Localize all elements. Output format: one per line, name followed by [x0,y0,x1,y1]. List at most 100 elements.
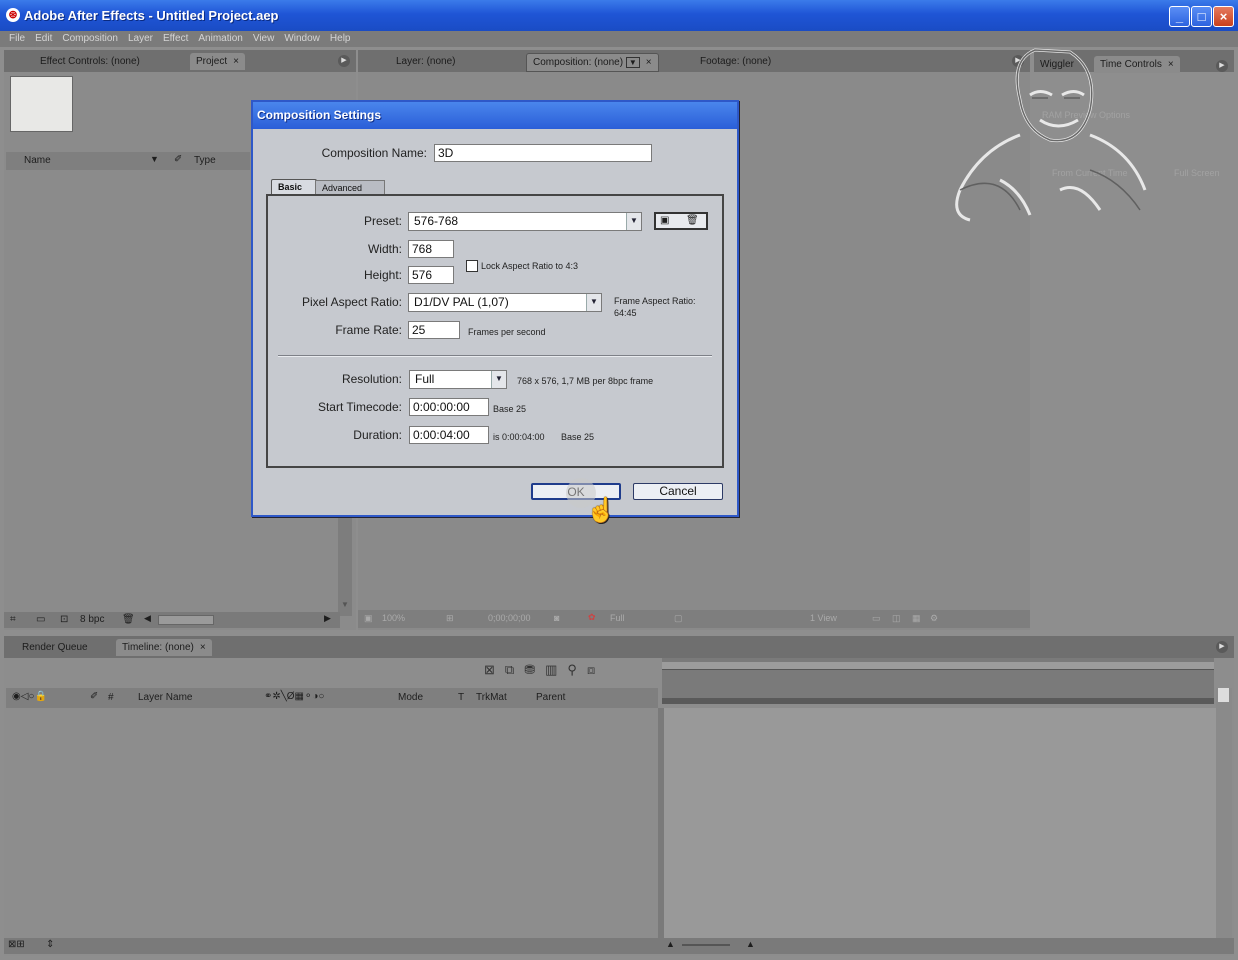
minimize-button[interactable]: _ [1169,6,1190,27]
chevron-down-icon[interactable]: ▼ [491,371,506,388]
width-input[interactable]: 768 [408,240,454,258]
menu-layer[interactable]: Layer [123,31,158,47]
full-screen-checkbox[interactable]: Full Screen [1174,168,1220,178]
zoom-in-icon[interactable]: ▲ [746,939,755,949]
work-area-bar[interactable] [662,662,1214,670]
timecode-display[interactable]: 0;00;00;00 [488,613,531,623]
frame-rate-input[interactable]: 25 [408,321,460,339]
new-folder-icon[interactable]: ▭ [36,614,45,625]
time-ruler[interactable] [662,658,1214,704]
timeline-v-scrollbar[interactable] [1216,688,1232,938]
delete-preset-icon[interactable]: 🗑 [686,215,699,226]
column-number[interactable]: # [108,692,114,703]
timeline-icon[interactable]: ▦ [912,613,921,624]
cancel-button[interactable]: Cancel [633,483,723,500]
lock-aspect-checkbox[interactable] [466,260,478,272]
tab-render-queue[interactable]: Render Queue [16,639,94,656]
start-timecode-input[interactable]: 0:00:00:00 [409,398,489,416]
tab-basic[interactable]: Basic [271,179,317,195]
new-composition-icon[interactable]: ⊡ [60,614,68,625]
menu-effect[interactable]: Effect [158,31,193,47]
panel-menu-icon[interactable]: ▶ [1216,60,1228,72]
comp-marker-bin-icon[interactable] [1218,688,1229,702]
column-name[interactable]: Name [24,155,51,166]
tab-effect-controls[interactable]: Effect Controls: (none) [34,53,146,70]
close-icon[interactable]: × [233,56,239,67]
menu-view[interactable]: View [248,31,280,47]
save-preset-icon[interactable]: ▣ [660,215,669,226]
menu-help[interactable]: Help [325,31,356,47]
menu-file[interactable]: File [4,31,30,47]
hide-shy-layers-icon[interactable]: ▥ [545,662,567,677]
label-icon[interactable]: ✐ [90,691,98,702]
tab-composition[interactable]: Composition: (none) ▼ × [526,53,659,72]
flowchart-icon[interactable]: ⚙ [930,613,938,624]
close-icon[interactable]: × [1168,59,1174,70]
maximize-button[interactable]: □ [1191,6,1212,27]
av-features-icons[interactable]: ◉◁○🔒 [12,691,47,702]
height-input[interactable]: 576 [408,266,454,284]
duration-input[interactable]: 0:00:04:00 [409,426,489,444]
panel-menu-icon[interactable]: ▶ [338,55,350,67]
column-parent[interactable]: Parent [536,692,565,703]
chevron-down-icon[interactable]: ▼ [586,294,601,311]
tab-timeline[interactable]: Timeline: (none) × [116,639,212,656]
timeline-graph-area[interactable] [664,708,1216,940]
lock-aspect-label[interactable]: Lock Aspect Ratio to 4:3 [481,261,578,271]
motion-blur-icon[interactable]: ⧈ [587,662,605,677]
grid-icon[interactable]: ⊞ [446,613,454,624]
switches-icons[interactable]: ⚭✲╲Ø▦⚬◑○ [264,691,324,702]
toggle-switches-icon[interactable]: ⊠⊞ [8,939,25,950]
scroll-left-icon[interactable]: ◀ [144,613,151,624]
color-channels-icon[interactable]: ✿ [588,612,596,623]
snapshot-icon[interactable]: ◙ [554,613,559,623]
tab-layer[interactable]: Layer: (none) [390,53,461,70]
timeline-divider[interactable] [658,708,664,940]
trash-icon[interactable]: 🗑 [122,614,135,625]
column-layer-name[interactable]: Layer Name [138,692,192,703]
chevron-down-icon[interactable]: ▼ [150,154,159,164]
h-scroll-thumb[interactable] [158,615,214,625]
toggle-pixel-aspect-icon[interactable]: ▭ [872,613,881,624]
view-layout-dropdown[interactable]: 1 View [810,613,837,623]
chevron-down-icon[interactable]: ▼ [626,213,641,230]
expand-collapse-icon[interactable]: ⇕ [46,939,54,950]
scroll-down-icon[interactable]: ▼ [341,600,349,609]
close-button[interactable]: × [1213,6,1234,27]
column-trkmat[interactable]: TrkMat [476,692,507,703]
frame-blending-icon[interactable]: ⚲ [567,662,587,677]
comp-name-input[interactable]: 3D [434,144,652,162]
resolution-dropdown[interactable]: Full [610,613,625,623]
panel-menu-icon[interactable]: ▶ [1216,641,1228,653]
close-icon[interactable]: × [200,642,206,653]
dialog-titlebar[interactable]: Composition Settings [253,102,737,129]
zoom-out-icon[interactable]: ▲ [666,939,675,949]
menu-window[interactable]: Window [279,31,325,47]
tab-footage[interactable]: Footage: (none) [694,53,777,70]
draft-3d-icon[interactable]: ⛃ [524,662,545,677]
interpret-footage-icon[interactable]: ⌗ [10,614,16,625]
zoom-slider[interactable] [682,944,730,946]
par-dropdown[interactable]: D1/DV PAL (1,07) ▼ [408,293,602,312]
always-preview-icon[interactable]: ▣ [364,613,373,624]
label-tag-icon[interactable]: ✐ [174,154,182,165]
menu-composition[interactable]: Composition [57,31,123,47]
region-of-interest-icon[interactable]: ▢ [674,613,683,624]
fast-previews-icon[interactable]: ◫ [892,613,901,624]
bpc-label[interactable]: 8 bpc [80,614,104,625]
column-mode[interactable]: Mode [398,692,423,703]
live-update-icon[interactable]: ⧉ [505,662,524,677]
tab-advanced[interactable]: Advanced [315,180,385,195]
preset-dropdown[interactable]: 576-768 ▼ [408,212,642,231]
composition-mini-flowchart-icon[interactable]: ⊠ [484,662,505,677]
tab-project[interactable]: Project × [190,53,245,70]
zoom-dropdown[interactable]: 100% [382,613,405,623]
menu-animation[interactable]: Animation [193,31,247,47]
menu-edit[interactable]: Edit [30,31,57,47]
dropdown-arrow-icon[interactable]: ▼ [625,57,640,68]
resolution-dropdown[interactable]: Full ▼ [409,370,507,389]
close-icon[interactable]: × [646,57,652,68]
column-t[interactable]: T [458,692,464,703]
scroll-right-icon[interactable]: ▶ [324,613,331,624]
column-type[interactable]: Type [194,155,216,166]
